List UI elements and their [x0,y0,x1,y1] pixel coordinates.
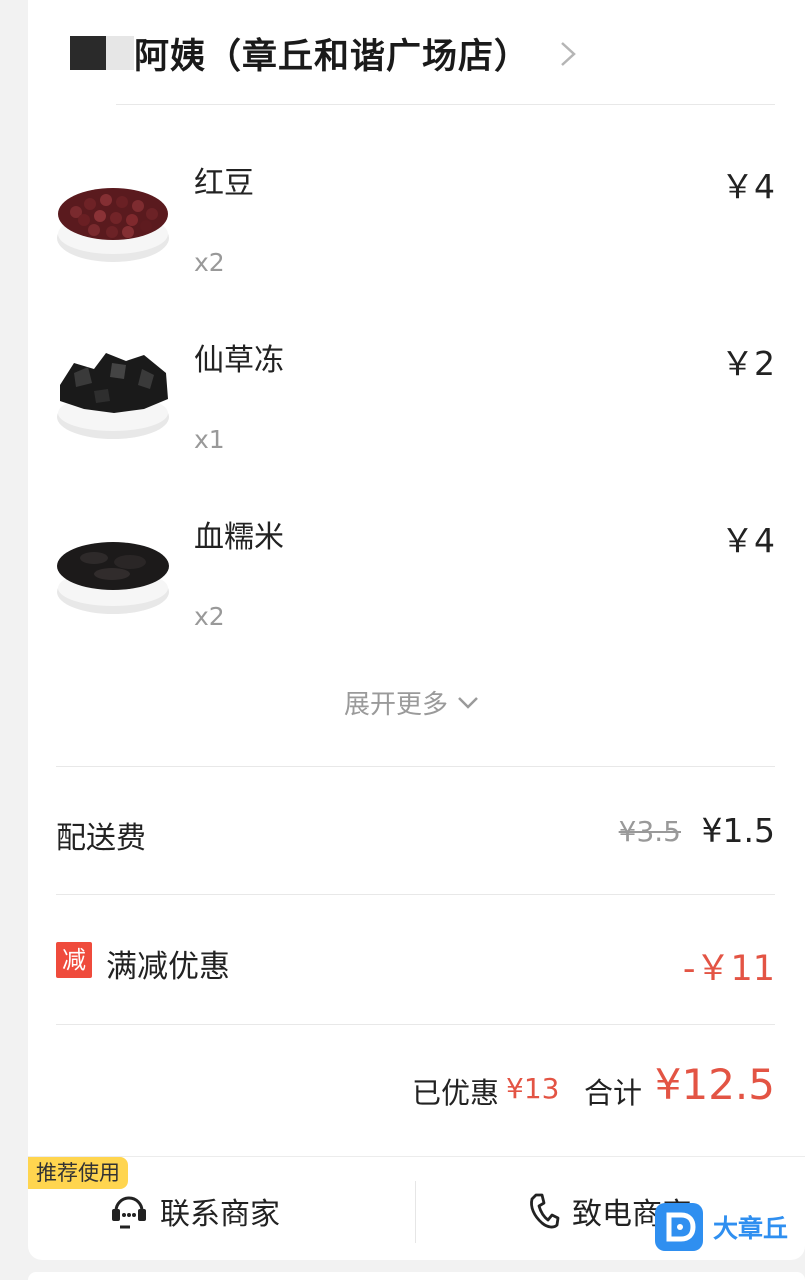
item-price: ￥4 [721,167,775,206]
watermark-text: 大章丘 [713,1214,789,1243]
black-rice-thumbnail [54,510,172,628]
watermark-logo-icon [655,1203,703,1251]
order-item: 仙草冻 x1 ￥2 [28,333,805,473]
phone-icon [530,1193,560,1229]
item-name: 血糯米 [194,520,284,555]
watermark: 大章丘 [655,1202,788,1252]
item-quantity: x2 [194,248,225,277]
delivery-fee-label: 配送费 [56,821,146,856]
order-card: 阿姨（章丘和谐广场店） 红豆 x2 ￥4 仙草冻 x1 ￥2 血糯米 x2 ￥4… [28,0,805,1260]
contact-merchant-label: 联系商家 [160,1197,280,1232]
discount-label: 满减优惠 [106,949,230,985]
discount-badge: 减 [56,942,92,978]
contact-merchant-button[interactable]: 联系商家 [108,1191,280,1232]
divider [56,1024,775,1025]
saved-amount: ¥13 [506,1072,560,1105]
expand-more-button[interactable]: 展开更多 [344,684,480,721]
shop-header[interactable]: 阿姨（章丘和谐广场店） [28,0,805,105]
divider [56,766,775,767]
red-bean-thumbnail [54,156,172,274]
saved-label: 已优惠 [412,1076,500,1110]
expand-more-label: 展开更多 [344,690,449,720]
delivery-fee-current: ¥1.5 [701,811,775,850]
delivery-fee-original: ¥3.5 [618,815,681,848]
total-amount: ¥12.5 [654,1060,775,1109]
item-price: ￥2 [721,344,775,383]
divider [56,894,775,895]
divider [116,104,775,105]
next-card-edge [28,1272,805,1280]
order-item: 血糯米 x2 ￥4 [28,510,805,650]
chat-headset-icon [112,1196,146,1229]
shop-name: 阿姨（章丘和谐广场店） [134,37,531,77]
chevron-right-icon [561,42,576,66]
item-price: ￥4 [721,521,775,560]
chevron-down-icon [458,696,478,709]
total-label: 合计 [584,1076,643,1110]
item-quantity: x2 [194,602,225,631]
action-separator [415,1181,416,1243]
discount-amount: -￥11 [682,949,775,989]
order-item: 红豆 x2 ￥4 [28,156,805,296]
item-name: 红豆 [194,166,254,201]
redacted-shop-name-prefix [70,36,134,70]
recommend-tag: 推荐使用 [28,1157,128,1189]
grass-jelly-thumbnail [54,333,172,451]
item-name: 仙草冻 [194,343,284,378]
item-quantity: x1 [194,425,225,454]
